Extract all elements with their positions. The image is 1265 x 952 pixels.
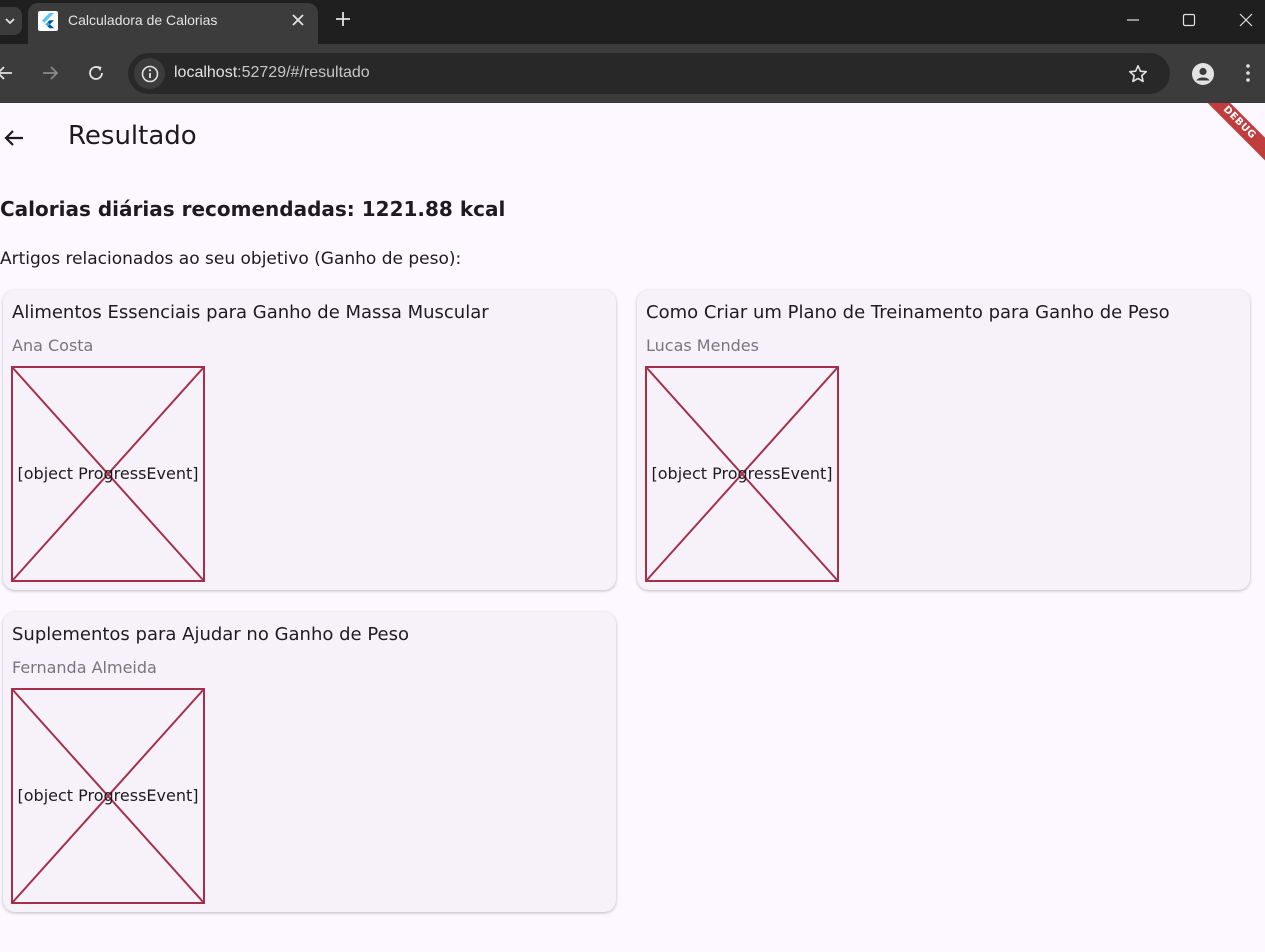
article-author: Lucas Mendes	[646, 336, 759, 355]
image-error-text: [object ProgressEvent]	[17, 464, 199, 483]
app-page: Resultado DEBUG Calorias diárias recomen…	[0, 103, 1265, 952]
article-title: Como Criar um Plano de Treinamento para …	[646, 302, 1170, 323]
url-host: localhost	[174, 64, 238, 81]
back-icon[interactable]	[0, 64, 14, 82]
maximize-icon[interactable]	[1181, 12, 1197, 28]
reload-icon[interactable]	[87, 64, 105, 82]
minimize-icon[interactable]	[1125, 12, 1141, 28]
article-author: Ana Costa	[12, 336, 94, 355]
info-icon	[141, 65, 158, 82]
tab-search-button[interactable]	[0, 7, 22, 35]
article-title: Alimentos Essenciais para Ganho de Massa…	[12, 302, 489, 323]
calories-result: Calorias diárias recomendadas: 1221.88 k…	[0, 197, 506, 221]
browser-tab-strip: Calculadora de Calorias	[0, 0, 1265, 44]
article-card[interactable]: Alimentos Essenciais para Ganho de Massa…	[3, 290, 616, 590]
page-title: Resultado	[68, 121, 197, 151]
forward-icon[interactable]	[41, 64, 59, 82]
chevron-down-icon	[5, 18, 15, 25]
tab-title: Calculadora de Calorias	[68, 12, 218, 28]
browser-tab[interactable]: Calculadora de Calorias	[28, 3, 318, 44]
bookmark-star-icon[interactable]	[1128, 64, 1148, 84]
article-card[interactable]: Como Criar um Plano de Treinamento para …	[637, 290, 1250, 590]
new-tab-icon[interactable]	[335, 11, 351, 27]
address-bar[interactable]: localhost:52729/#/resultado	[128, 53, 1170, 94]
image-error-text: [object ProgressEvent]	[651, 464, 833, 483]
close-icon[interactable]	[290, 12, 306, 28]
article-author: Fernanda Almeida	[12, 658, 157, 677]
url-path: :52729/#/resultado	[237, 64, 370, 81]
profile-icon[interactable]	[1192, 63, 1214, 85]
site-info-button[interactable]	[134, 58, 165, 89]
back-arrow-icon[interactable]	[2, 126, 26, 150]
url-text: localhost:52729/#/resultado	[174, 64, 370, 82]
article-card[interactable]: Suplementos para Ajudar no Ganho de Peso…	[3, 612, 616, 912]
article-title: Suplementos para Ajudar no Ganho de Peso	[12, 624, 410, 645]
image-error-text: [object ProgressEvent]	[17, 786, 199, 805]
window-close-icon[interactable]	[1238, 12, 1254, 28]
more-options-icon[interactable]	[1240, 63, 1256, 83]
browser-toolbar: localhost:52729/#/resultado	[0, 44, 1265, 103]
flutter-icon	[38, 11, 58, 31]
articles-heading: Artigos relacionados ao seu objetivo (Ga…	[0, 249, 462, 269]
debug-banner: DEBUG	[1190, 103, 1265, 172]
